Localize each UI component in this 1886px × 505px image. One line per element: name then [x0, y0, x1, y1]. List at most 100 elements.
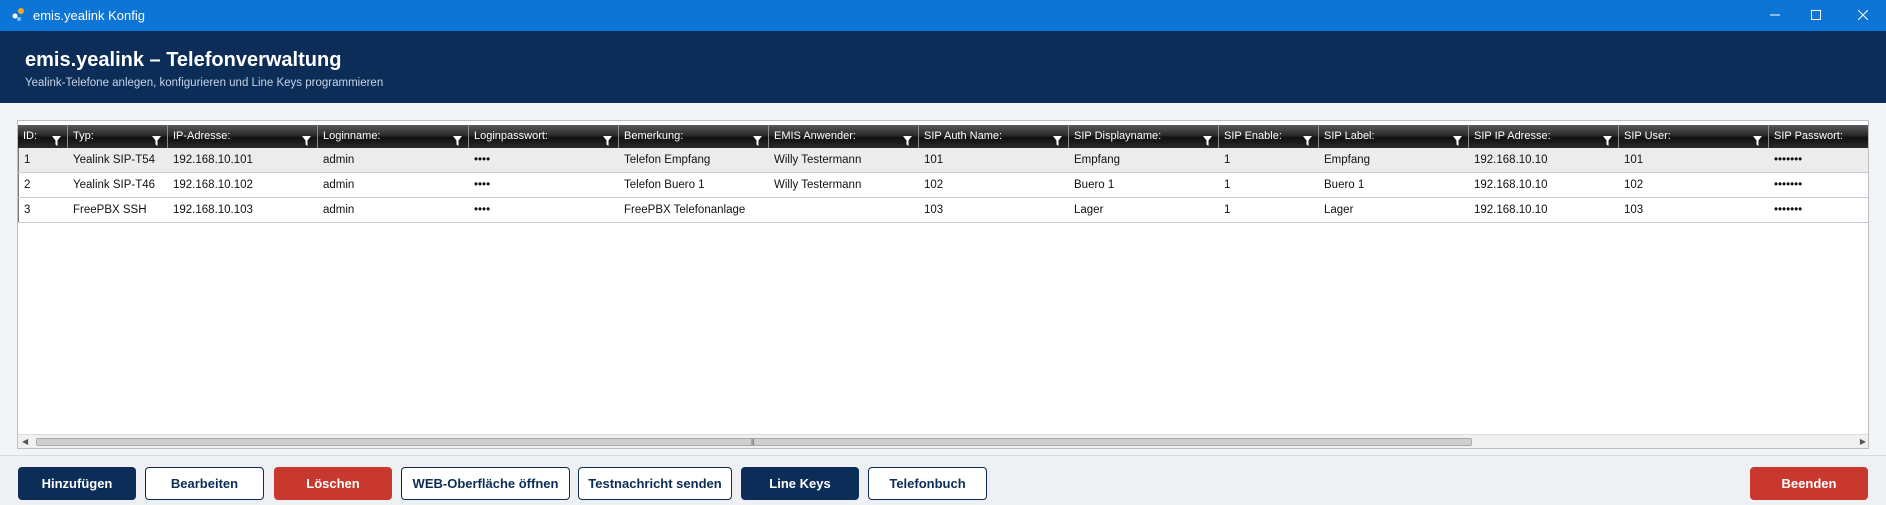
table-cell: 103 — [924, 204, 944, 216]
column-header-label: SIP Auth Name: — [924, 130, 1003, 142]
table-cell: 192.168.10.10 — [1474, 154, 1548, 166]
table-cell: 102 — [1624, 179, 1644, 191]
button-bar: Hinzufügen Bearbeiten Löschen WEB-Oberfl… — [0, 455, 1886, 505]
window-title: emis.yealink Konfig — [33, 8, 145, 23]
column-header-label: Bemerkung: — [624, 130, 684, 142]
scroll-right-icon[interactable]: ▶ — [1860, 437, 1866, 446]
table-cell: •••• — [474, 179, 491, 191]
table-row[interactable]: 3 FreePBX SSH 192.168.10.103 admin •••• FreeP… — [18, 198, 1868, 223]
maximize-icon — [1811, 7, 1821, 25]
table-cell: Yealink SIP-T54 — [73, 154, 156, 166]
table-cell: Willy Testermann — [774, 154, 862, 166]
column-header[interactable]: IP-Adresse: — [168, 125, 318, 148]
minimize-icon — [1770, 7, 1780, 25]
table-cell: Lager — [1324, 204, 1354, 216]
table-cell: Yealink SIP-T46 — [73, 179, 156, 191]
filter-icon[interactable] — [1753, 132, 1762, 146]
table-row[interactable]: 2 Yealink SIP-T46 192.168.10.102 admin •••• T… — [18, 173, 1868, 198]
column-header-label: ID: — [23, 130, 38, 142]
scroll-left-icon[interactable]: ◀ — [22, 437, 28, 446]
column-header[interactable]: Typ: — [68, 125, 168, 148]
column-header-label: SIP Enable: — [1224, 130, 1282, 142]
scrollbar-thumb[interactable]: ‖ — [36, 438, 1472, 447]
filter-icon[interactable] — [1053, 132, 1062, 146]
grip-icon: ‖ — [751, 438, 755, 447]
table-cell: 101 — [924, 154, 944, 166]
column-header[interactable]: SIP Passwort: — [1769, 125, 1868, 148]
horizontal-scrollbar[interactable]: ◀ ‖ ▶ — [18, 434, 1868, 448]
column-header-label: EMIS Anwender: — [774, 130, 856, 142]
filter-icon[interactable] — [903, 132, 912, 146]
table-cell: Empfang — [1074, 154, 1121, 166]
close-window-button[interactable] — [1840, 0, 1886, 31]
close-icon — [1857, 7, 1869, 25]
column-header[interactable]: SIP Auth Name: — [919, 125, 1069, 148]
column-header-label: SIP Label: — [1324, 130, 1375, 142]
filter-icon[interactable] — [753, 132, 762, 146]
phones-table[interactable]: ID: Typ: IP-Adresse: Loginname: Loginpasswor… — [17, 120, 1869, 449]
column-header[interactable]: EMIS Anwender: — [769, 125, 919, 148]
app-logo-icon — [10, 7, 26, 23]
table-cell: Telefon Empfang — [624, 154, 711, 166]
column-header[interactable]: SIP Displayname: — [1069, 125, 1219, 148]
column-header-label: SIP IP Adresse: — [1474, 130, 1551, 142]
column-header[interactable]: Loginname: — [318, 125, 469, 148]
add-button[interactable]: Hinzufügen — [18, 467, 136, 500]
table-cell: •••• — [474, 204, 491, 216]
column-header[interactable]: SIP Enable: — [1219, 125, 1319, 148]
table-cell: 3 — [18, 198, 68, 222]
delete-button[interactable]: Löschen — [274, 467, 392, 500]
minimize-button[interactable] — [1752, 0, 1798, 31]
column-header[interactable]: ID: — [18, 125, 68, 148]
quit-button[interactable]: Beenden — [1750, 467, 1868, 500]
table-cell: 2 — [18, 173, 68, 197]
filter-icon[interactable] — [1303, 132, 1312, 146]
table-cell — [769, 198, 919, 222]
maximize-button[interactable] — [1793, 0, 1839, 31]
table-cell: 1 — [1224, 154, 1231, 166]
table-cell: FreePBX Telefonanlage — [624, 204, 746, 216]
column-header[interactable]: Bemerkung: — [619, 125, 769, 148]
column-header-label: Typ: — [73, 130, 94, 142]
table-cell: •••• — [474, 154, 491, 166]
open-web-ui-button[interactable]: WEB-Oberfläche öffnen — [401, 467, 570, 500]
table-cell: Willy Testermann — [774, 179, 862, 191]
table-cell: ••••••• — [1774, 204, 1803, 216]
filter-icon[interactable] — [1203, 132, 1212, 146]
table-cell: 1 — [1224, 204, 1231, 216]
column-header[interactable]: Loginpasswort: — [469, 125, 619, 148]
column-header[interactable]: SIP Label: — [1319, 125, 1469, 148]
table-cell: 192.168.10.102 — [173, 179, 253, 191]
table-cell: 101 — [1624, 154, 1644, 166]
column-header-label: Loginpasswort: — [474, 130, 548, 142]
filter-icon[interactable] — [302, 132, 311, 146]
filter-icon[interactable] — [1603, 132, 1612, 146]
table-cell: FreePBX SSH — [73, 204, 147, 216]
filter-icon[interactable] — [152, 132, 161, 146]
content-area: ID: Typ: IP-Adresse: Loginname: Loginpasswor… — [0, 103, 1886, 455]
column-header-label: Loginname: — [323, 130, 381, 142]
column-header[interactable]: SIP IP Adresse: — [1469, 125, 1619, 148]
edit-button[interactable]: Bearbeiten — [145, 467, 264, 500]
table-cell: 192.168.10.10 — [1474, 204, 1548, 216]
filter-icon[interactable] — [1453, 132, 1462, 146]
window-titlebar: emis.yealink Konfig — [0, 0, 1886, 31]
phonebook-button[interactable]: Telefonbuch — [868, 467, 987, 500]
table-cell: Empfang — [1324, 154, 1371, 166]
table-body: ID: Typ: IP-Adresse: Loginname: Loginpasswor… — [18, 125, 1868, 223]
send-test-message-button[interactable]: Testnachricht senden — [578, 467, 732, 500]
app-header: emis.yealink – Telefonverwaltung Yealink… — [0, 31, 1886, 103]
page-subtitle: Yealink-Telefone anlegen, konfigurieren … — [25, 77, 384, 89]
table-cell: ••••••• — [1774, 179, 1803, 191]
table-cell: Telefon Buero 1 — [624, 179, 705, 191]
filter-icon[interactable] — [603, 132, 612, 146]
table-cell: 103 — [1624, 204, 1644, 216]
line-keys-button[interactable]: Line Keys — [741, 467, 859, 500]
column-header[interactable]: SIP User: — [1619, 125, 1769, 148]
table-cell: admin — [323, 204, 355, 216]
table-cell: 102 — [924, 179, 944, 191]
table-cell: 192.168.10.101 — [173, 154, 253, 166]
filter-icon[interactable] — [453, 132, 462, 146]
table-row[interactable]: 1 Yealink SIP-T54 192.168.10.101 admin •••• T… — [18, 148, 1868, 173]
filter-icon[interactable] — [52, 132, 61, 146]
